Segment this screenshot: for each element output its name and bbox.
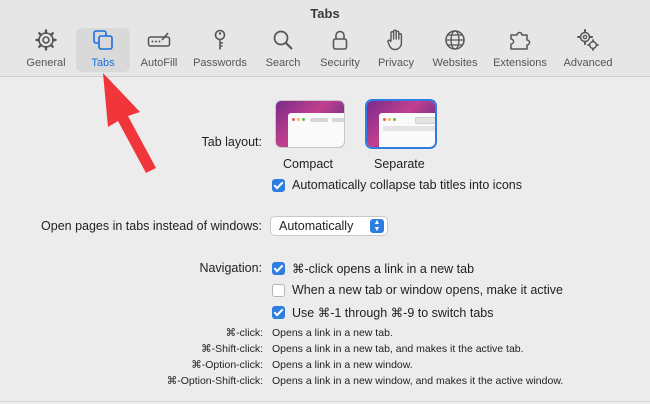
gears-icon	[577, 29, 599, 51]
toolbar-item-label: Search	[265, 57, 301, 69]
toolbar-item-general[interactable]: General	[22, 28, 70, 72]
toolbar-item-passwords[interactable]: Passwords	[190, 28, 250, 72]
toolbar-item-privacy[interactable]: Privacy	[375, 28, 417, 72]
shortcut-description: Opens a link in a new window.	[272, 359, 413, 371]
magnifier-icon	[273, 30, 293, 50]
open-pages-label: Open pages in tabs instead of windows:	[41, 219, 262, 233]
shortcut-description: Opens a link in a new tab, and makes it …	[272, 343, 524, 355]
lock-icon	[332, 30, 348, 50]
shortcut-key: ⌘-Option-Shift-click:	[166, 375, 263, 387]
cmd-click-new-tab-label: ⌘-click opens a link in a new tab	[292, 262, 475, 276]
toolbar-item-label: Tabs	[91, 57, 115, 69]
preferences-toolbar: Tabs General Tabs AutoFill Passwords Sea…	[0, 0, 650, 77]
open-pages-select[interactable]: Automatically ▲ ▼	[270, 216, 388, 236]
hand-icon	[387, 29, 403, 51]
collapse-tab-titles-label: Automatically collapse tab titles into i…	[292, 178, 522, 192]
chevron-up-down-icon: ▲ ▼	[370, 219, 384, 233]
toolbar-item-label: Advanced	[563, 57, 613, 69]
toolbar-item-label: Privacy	[377, 57, 415, 69]
globe-icon	[445, 30, 465, 50]
window-title: Tabs	[310, 6, 340, 21]
bottom-divider	[0, 401, 650, 402]
make-new-tab-active-checkbox[interactable]	[272, 284, 285, 297]
tab-layout-label: Tab layout:	[201, 135, 262, 149]
tab-layout-separate-label[interactable]: Separate	[374, 157, 425, 171]
tabs-icon	[93, 30, 113, 50]
toolbar-item-label: Extensions	[493, 57, 547, 69]
toolbar-item-label: Passwords	[193, 57, 247, 69]
toolbar-item-autofill[interactable]: AutoFill	[136, 28, 182, 72]
toolbar-item-search[interactable]: Search	[262, 28, 304, 72]
shortcut-description: Opens a link in a new window, and makes …	[272, 375, 564, 387]
key-icon	[214, 29, 226, 50]
cmd-number-switch-tabs-label: Use ⌘-1 through ⌘-9 to switch tabs	[292, 306, 494, 320]
tab-layout-compact-label[interactable]: Compact	[283, 157, 333, 171]
open-pages-select-value: Automatically	[279, 219, 354, 233]
cmd-click-new-tab-checkbox[interactable]	[272, 262, 285, 275]
tabs-preferences-pane: Tab layout: Compact Separate Automatical…	[0, 77, 650, 404]
toolbar-item-security[interactable]: Security	[316, 28, 364, 72]
tab-layout-separate-thumbnail[interactable]	[367, 101, 435, 147]
toolbar-item-label: Security	[320, 57, 360, 69]
collapse-tab-titles-checkbox[interactable]	[272, 179, 285, 192]
shortcut-key: ⌘-Option-click:	[191, 359, 263, 371]
toolbar-item-label: General	[26, 57, 66, 69]
window-preview	[379, 113, 435, 147]
autofill-icon	[147, 32, 171, 47]
toolbar-item-label: Websites	[432, 57, 478, 69]
toolbar-item-websites[interactable]: Websites	[430, 28, 480, 72]
toolbar-item-extensions[interactable]: Extensions	[490, 28, 550, 72]
toolbar-item-label: AutoFill	[140, 57, 178, 69]
shortcut-key: ⌘-click:	[225, 327, 263, 339]
shortcut-description: Opens a link in a new tab.	[272, 327, 393, 339]
cmd-number-switch-tabs-checkbox[interactable]	[272, 306, 285, 319]
toolbar-item-tabs[interactable]: Tabs	[76, 28, 130, 72]
toolbar-item-advanced[interactable]: Advanced	[558, 28, 618, 72]
make-new-tab-active-label: When a new tab or window opens, make it …	[292, 283, 563, 297]
gear-icon	[35, 29, 57, 51]
tab-layout-compact-thumbnail[interactable]	[276, 101, 344, 147]
shortcut-key: ⌘-Shift-click:	[201, 343, 263, 355]
puzzle-icon	[510, 31, 531, 50]
window-preview	[288, 113, 344, 147]
navigation-label: Navigation:	[199, 261, 262, 275]
